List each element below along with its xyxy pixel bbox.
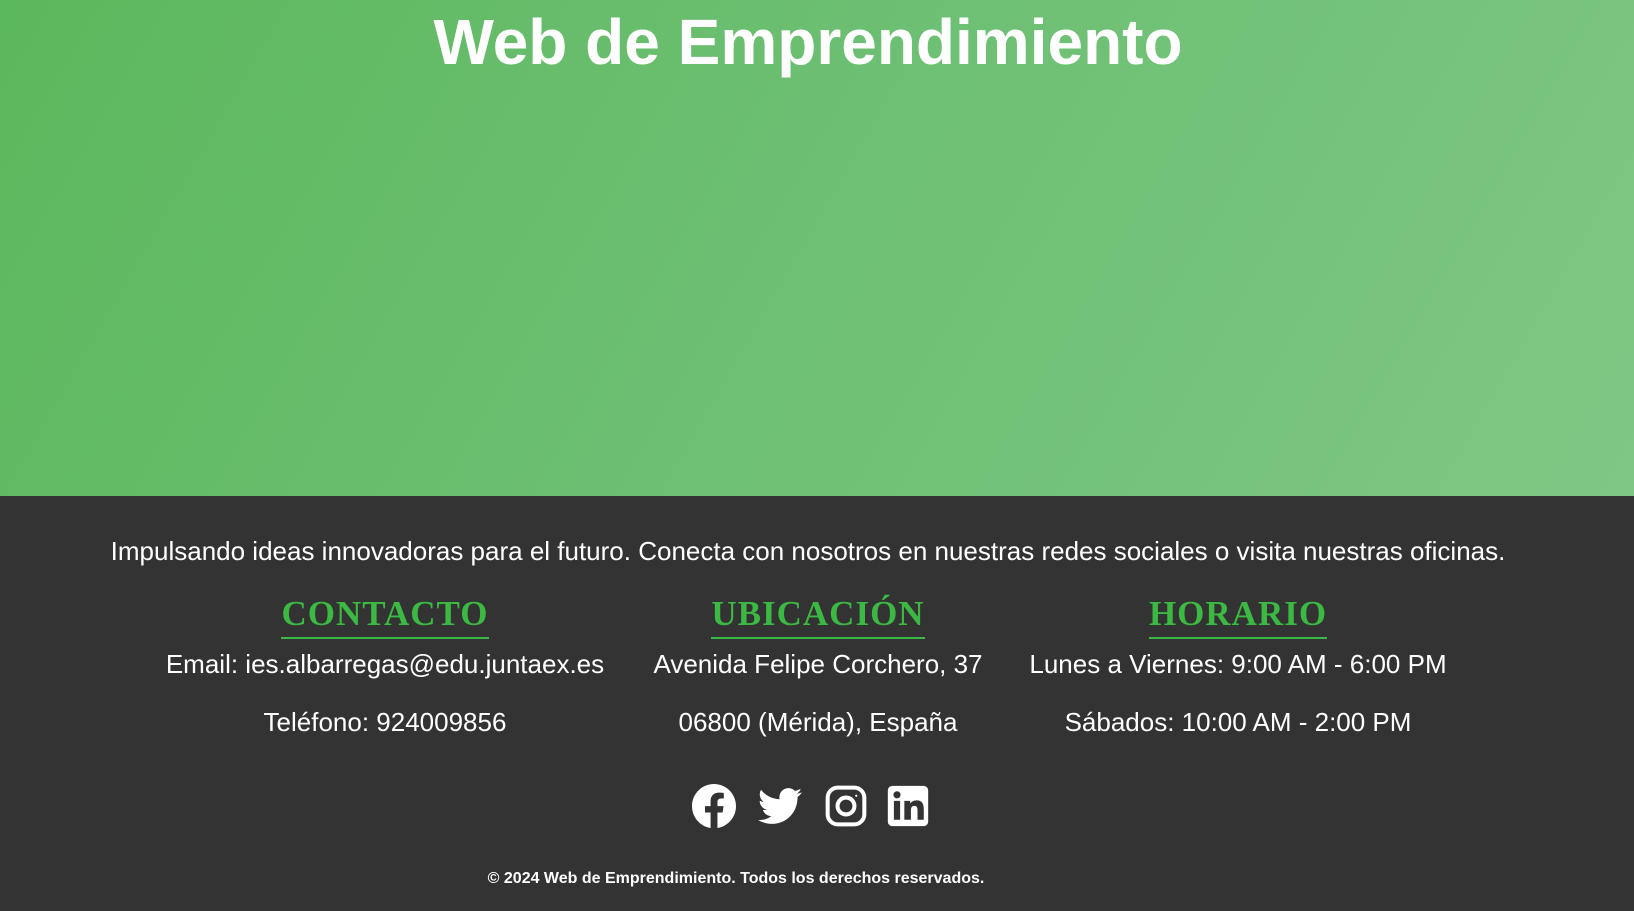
contact-heading: CONTACTO: [281, 593, 489, 639]
location-heading: UBICACIÓN: [711, 593, 925, 639]
contact-phone[interactable]: Teléfono: 924009856: [165, 707, 605, 737]
footer-tagline: Impulsando ideas innovadoras para el fut…: [110, 536, 1506, 566]
instagram-icon[interactable]: [824, 784, 868, 828]
footer-columns: CONTACTO Email: ies.albarregas@edu.junta…: [0, 593, 1634, 753]
location-column: UBICACIÓN Avenida Felipe Corchero, 37 06…: [638, 593, 998, 737]
schedule-heading: HORARIO: [1148, 593, 1328, 639]
twitter-icon[interactable]: [758, 784, 802, 828]
site-title: Web de Emprendimiento: [433, 6, 1183, 78]
site-footer: Impulsando ideas innovadoras para el fut…: [0, 496, 1634, 911]
hero-section: Web de Emprendimiento: [0, 0, 1634, 496]
contact-column: CONTACTO Email: ies.albarregas@edu.junta…: [165, 593, 605, 737]
schedule-weekdays: Lunes a Viernes: 9:00 AM - 6:00 PM: [1029, 649, 1447, 679]
location-city: 06800 (Mérida), España: [678, 707, 958, 737]
facebook-icon[interactable]: [692, 784, 736, 828]
schedule-column: HORARIO Lunes a Viernes: 9:00 AM - 6:00 …: [1018, 593, 1458, 737]
copyright-text: © 2024 Web de Emprendimiento. Todos los …: [487, 870, 985, 887]
location-street: Avenida Felipe Corchero, 37: [653, 649, 983, 679]
linkedin-icon[interactable]: [886, 784, 930, 828]
schedule-saturday: Sábados: 10:00 AM - 2:00 PM: [1064, 707, 1412, 737]
contact-email[interactable]: Email: ies.albarregas@edu.juntaex.es: [165, 649, 605, 679]
